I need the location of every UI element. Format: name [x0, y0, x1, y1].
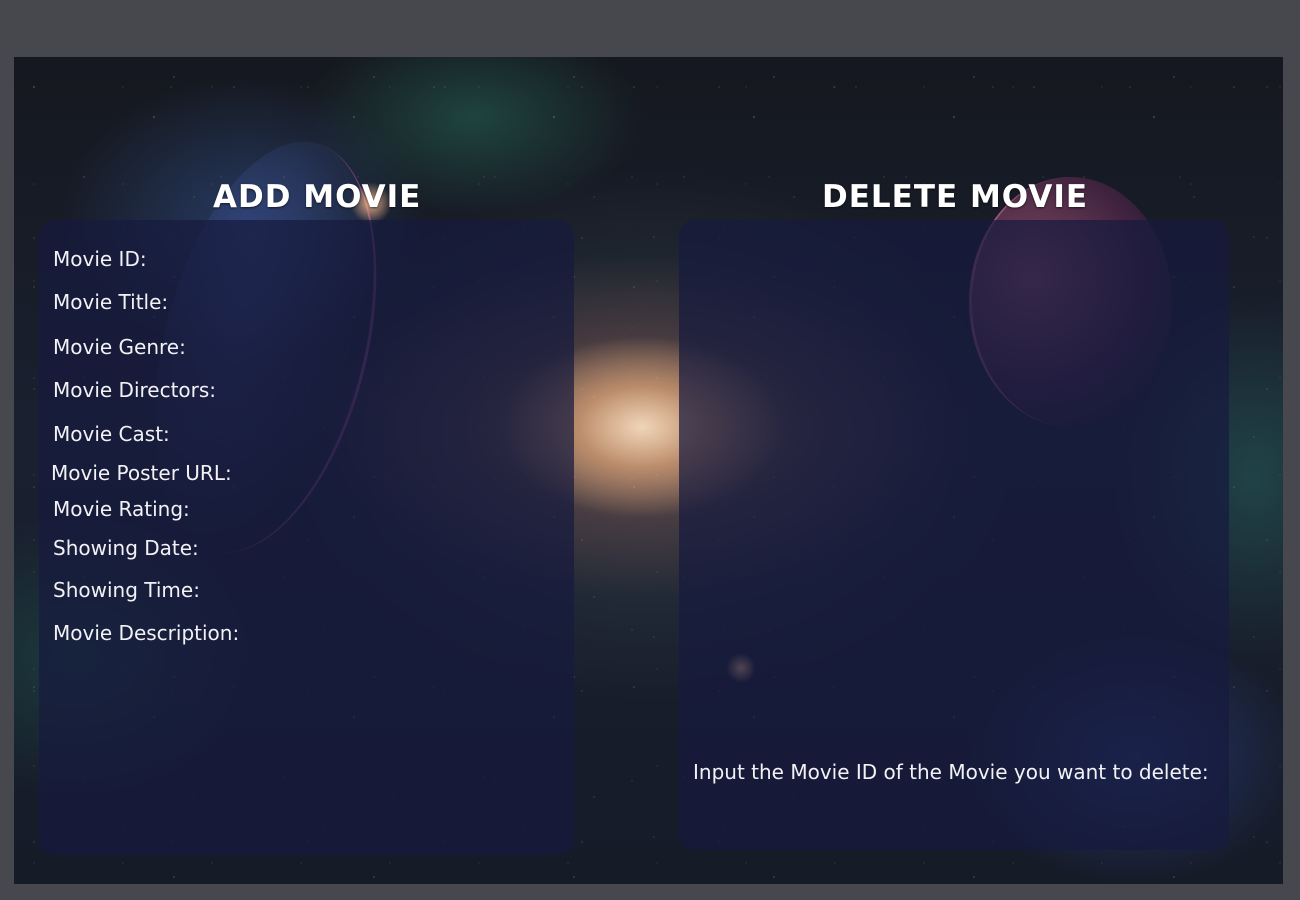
movie-title-label: Movie Title: [53, 290, 169, 314]
movie-directors-label: Movie Directors: [53, 378, 217, 402]
showing-date-label: Showing Date: [53, 536, 199, 560]
movie-cast-label: Movie Cast: [53, 422, 170, 446]
movie-genre-label: Movie Genre: [53, 335, 186, 359]
movie-poster-url-label: Movie Poster URL: [51, 461, 232, 485]
space-background: ADD MOVIE DELETE MOVIE Movie ID: Movie T… [14, 57, 1283, 884]
add-movie-title: ADD MOVIE [213, 179, 422, 215]
showing-time-label: Showing Time: [53, 578, 200, 602]
delete-instruction-label: Input the Movie ID of the Movie you want… [693, 760, 1209, 784]
movie-description-label: Movie Description: [53, 621, 240, 645]
delete-movie-title: DELETE MOVIE [822, 179, 1089, 215]
add-movie-panel: Movie ID: Movie Title: Movie Genre: Movi… [39, 220, 574, 855]
delete-movie-panel: Input the Movie ID of the Movie you want… [679, 220, 1229, 850]
movie-id-label: Movie ID: [53, 247, 147, 271]
movie-rating-label: Movie Rating: [53, 497, 190, 521]
